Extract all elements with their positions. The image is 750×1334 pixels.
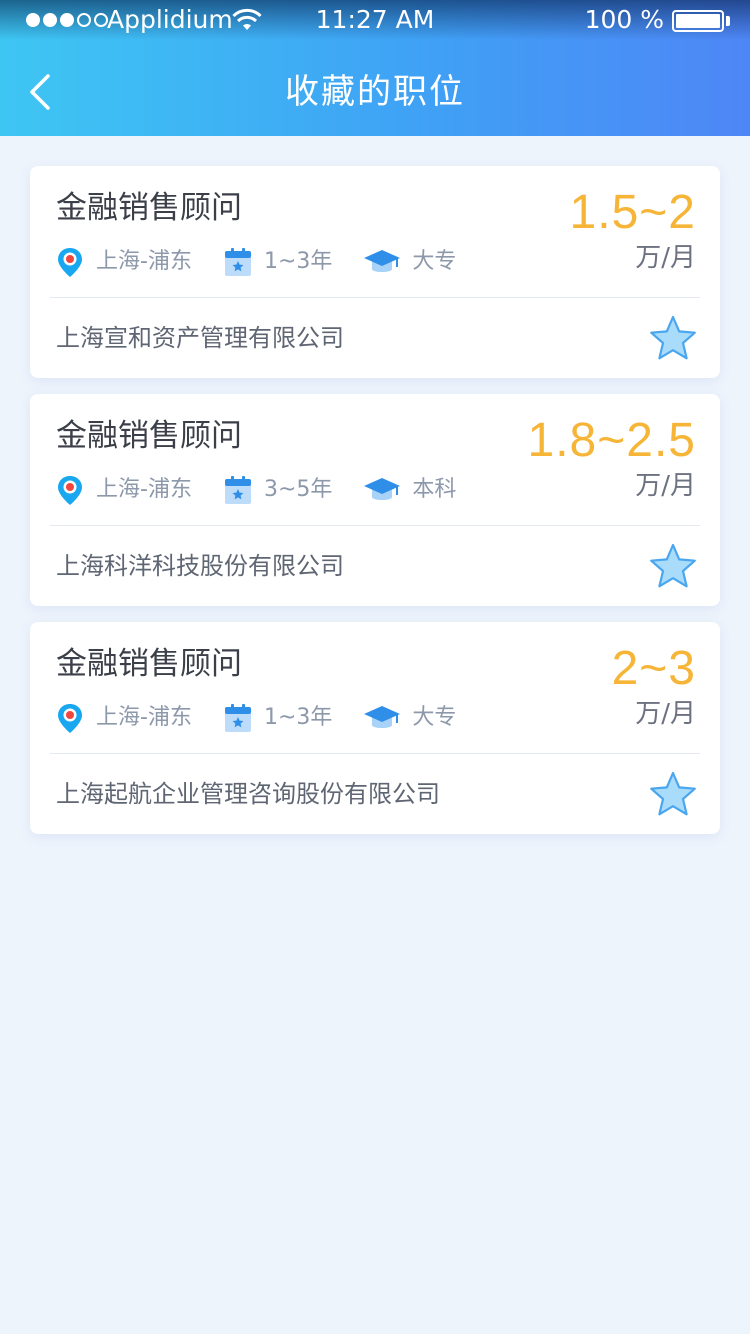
graduation-cap-icon: [362, 246, 402, 278]
company-name: 上海科洋科技股份有限公司: [56, 552, 344, 580]
job-title: 金融销售顾问: [56, 190, 242, 226]
divider: [50, 753, 700, 754]
salary-range: 1.5~2: [569, 186, 696, 239]
experience-info: 3~5年: [222, 474, 332, 506]
job-title: 金融销售顾问: [56, 646, 242, 682]
star-icon: [650, 771, 696, 816]
divider: [50, 525, 700, 526]
education-text: 本科: [412, 477, 457, 502]
salary-range: 1.8~2.5: [527, 414, 696, 467]
location-text: 上海-浦东: [96, 477, 192, 502]
location-info: 上海-浦东: [54, 246, 192, 278]
location-pin-icon: [54, 702, 86, 734]
battery-icon: [672, 10, 724, 32]
location-info: 上海-浦东: [54, 474, 192, 506]
experience-text: 1~3年: [263, 705, 333, 730]
location-text: 上海-浦东: [96, 705, 192, 730]
graduation-cap-icon: [362, 474, 402, 506]
page-title: 收藏的职位: [285, 72, 465, 112]
calendar-icon: [222, 474, 254, 506]
company-name: 上海起航企业管理咨询股份有限公司: [56, 780, 440, 808]
experience-text: 3~5年: [263, 477, 333, 502]
education-info: 大专: [362, 246, 456, 278]
experience-info: 1~3年: [222, 702, 332, 734]
location-pin-icon: [54, 474, 86, 506]
education-info: 大专: [362, 702, 456, 734]
experience-info: 1~3年: [222, 246, 332, 278]
graduation-cap-icon: [362, 702, 402, 734]
battery-tip: [726, 16, 730, 26]
favorite-star-button[interactable]: [648, 314, 698, 364]
experience-text: 1~3年: [263, 249, 333, 274]
job-card[interactable]: 金融销售顾问 1.5~2 万/月 上海-浦东 1~3年 大专 上海宣和资产管理有…: [30, 166, 720, 378]
job-card[interactable]: 金融销售顾问 2~3 万/月 上海-浦东 1~3年 大专 上海起航企业管理咨询股…: [30, 622, 720, 834]
job-card[interactable]: 金融销售顾问 1.8~2.5 万/月 上海-浦东 3~5年 本科 上海科洋科技股…: [30, 394, 720, 606]
salary-unit: 万/月: [635, 471, 696, 501]
divider: [50, 297, 700, 298]
education-info: 本科: [362, 474, 456, 506]
job-meta: 上海-浦东 1~3年 大专: [54, 244, 486, 280]
location-pin-icon: [54, 246, 86, 278]
education-text: 大专: [412, 249, 457, 274]
job-title: 金融销售顾问: [56, 418, 242, 454]
salary-unit: 万/月: [635, 243, 696, 273]
location-text: 上海-浦东: [96, 249, 192, 274]
salary-unit: 万/月: [635, 699, 696, 729]
favorite-star-button[interactable]: [648, 770, 698, 820]
job-meta: 上海-浦东 1~3年 大专: [54, 700, 486, 736]
calendar-icon: [222, 246, 254, 278]
status-bar: Applidium 11:27 AM 100 %: [0, 0, 750, 40]
calendar-icon: [222, 702, 254, 734]
star-icon: [650, 543, 696, 588]
salary-range: 2~3: [611, 642, 696, 695]
favorite-star-button[interactable]: [648, 542, 698, 592]
battery-percent: 100 %: [584, 5, 664, 34]
job-meta: 上海-浦东 3~5年 本科: [54, 472, 486, 508]
header: Applidium 11:27 AM 100 % 收藏的职位: [0, 0, 750, 136]
education-text: 大专: [412, 705, 457, 730]
favorite-jobs-list: 金融销售顾问 1.5~2 万/月 上海-浦东 1~3年 大专 上海宣和资产管理有…: [30, 166, 720, 850]
company-name: 上海宣和资产管理有限公司: [56, 324, 344, 352]
star-icon: [650, 315, 696, 360]
location-info: 上海-浦东: [54, 702, 192, 734]
